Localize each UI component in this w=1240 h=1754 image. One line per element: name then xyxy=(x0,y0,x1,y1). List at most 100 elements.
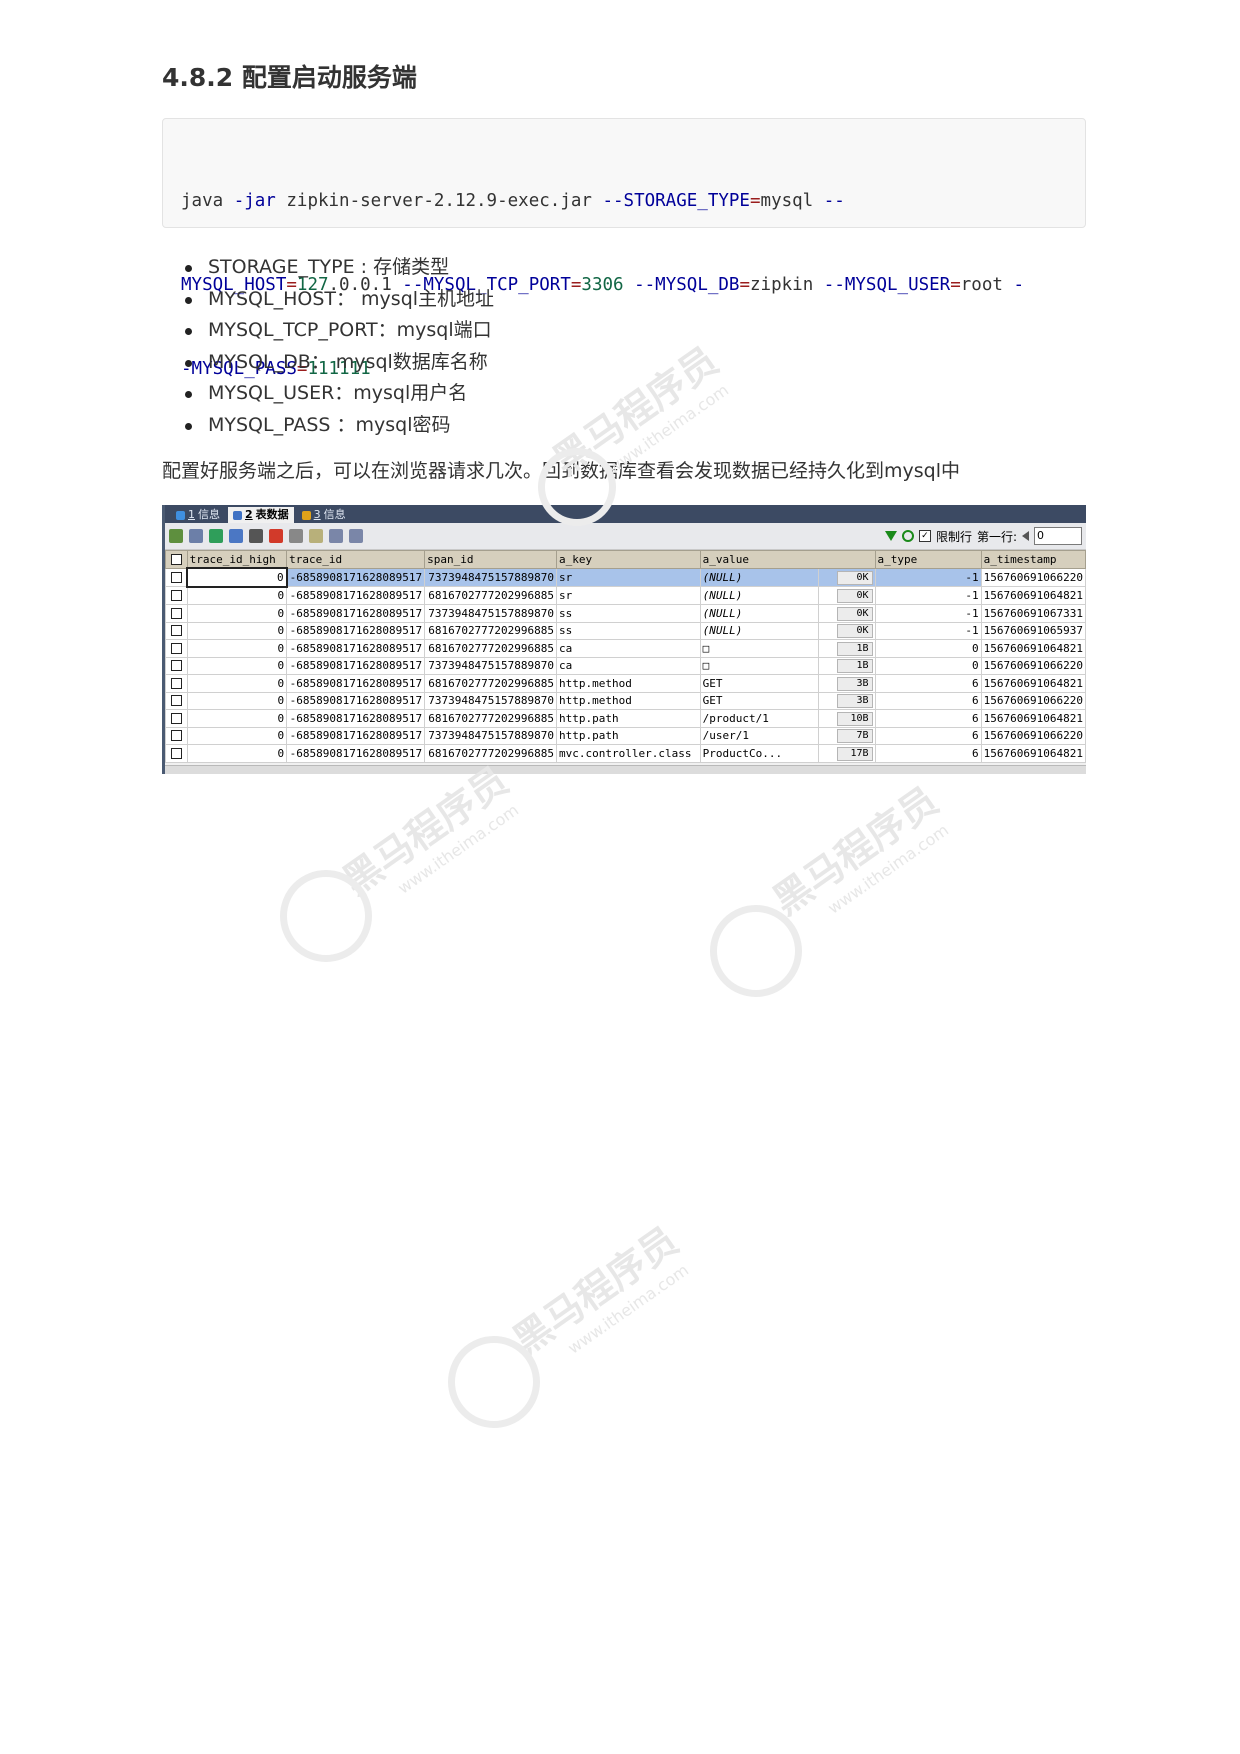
horizontal-scrollbar[interactable] xyxy=(165,765,1086,774)
cell-a-type[interactable]: -1 xyxy=(874,604,982,623)
cell-a-type[interactable]: -1 xyxy=(874,621,982,640)
cell-trace-id[interactable]: -6858908171628089517 xyxy=(286,726,426,745)
cell-a-type[interactable]: 6 xyxy=(874,726,982,745)
form-view-icon[interactable] xyxy=(329,529,343,543)
cell-trace-id-high[interactable]: 0 xyxy=(186,674,288,693)
row-checkbox[interactable] xyxy=(170,642,182,654)
row-checkbox[interactable] xyxy=(170,677,182,689)
cell-a-type[interactable]: 6 xyxy=(874,709,982,728)
cell-a-key[interactable]: sr xyxy=(556,586,701,605)
cell-a-timestamp[interactable]: 156760691067331 xyxy=(980,604,1086,623)
cell-a-type[interactable]: -1 xyxy=(874,586,982,605)
cell-a-timestamp[interactable]: 156760691066220 xyxy=(980,691,1086,710)
cell-span-id[interactable]: 7373948475157889870 xyxy=(424,726,558,745)
column-header-a-type[interactable]: a_type xyxy=(874,550,982,569)
cell-a-timestamp[interactable]: 156760691066220 xyxy=(980,567,1086,587)
row-select-cell[interactable] xyxy=(165,744,188,763)
cell-trace-id-high[interactable]: 0 xyxy=(186,744,288,763)
table-row[interactable]: 0 -6858908171628089517 7373948475157889870… xyxy=(165,726,1086,745)
cell-trace-id-high[interactable]: 0 xyxy=(186,567,288,588)
column-header-a-timestamp[interactable]: a_timestamp xyxy=(980,550,1086,569)
cell-trace-id[interactable]: -6858908171628089517 xyxy=(286,621,426,640)
row-select-cell[interactable] xyxy=(165,567,188,587)
cell-a-key[interactable]: ca xyxy=(556,639,701,658)
cell-a-key[interactable]: ca xyxy=(556,656,701,675)
filter-icon[interactable] xyxy=(884,531,897,541)
cell-trace-id-high[interactable]: 0 xyxy=(186,709,288,728)
table-row[interactable]: 0 -6858908171628089517 7373948475157889870… xyxy=(165,691,1086,710)
cell-span-id[interactable]: 7373948475157889870 xyxy=(424,604,558,623)
cell-a-value[interactable]: □ xyxy=(699,656,819,675)
select-all-checkbox[interactable] xyxy=(170,553,182,565)
table-row[interactable]: 0 -6858908171628089517 6816702777202996885… xyxy=(165,744,1086,763)
cell-a-value-length[interactable]: 1B xyxy=(817,656,876,675)
cell-span-id[interactable]: 6816702777202996885 xyxy=(424,674,558,693)
table-row[interactable]: 0 -6858908171628089517 6816702777202996885… xyxy=(165,639,1086,658)
limit-rows-checkbox[interactable]: ✓ xyxy=(918,530,931,542)
cell-a-key[interactable]: http.path xyxy=(556,709,701,728)
table-row[interactable]: 0 -6858908171628089517 7373948475157889870… xyxy=(165,567,1086,588)
cell-a-value[interactable]: /user/1 xyxy=(699,726,819,745)
table-row[interactable]: 0 -6858908171628089517 6816702777202996885… xyxy=(165,674,1086,693)
cell-a-value-length[interactable]: 0K xyxy=(817,621,876,640)
table-row[interactable]: 0 -6858908171628089517 7373948475157889870… xyxy=(165,604,1086,623)
cell-span-id[interactable]: 7373948475157889870 xyxy=(424,567,558,587)
row-select-cell[interactable] xyxy=(165,709,188,728)
db-tab-3[interactable]: 3 信息 xyxy=(297,507,351,523)
row-checkbox[interactable] xyxy=(170,712,182,724)
cell-a-key[interactable]: http.method xyxy=(556,691,701,710)
column-header-trace-id[interactable]: trace_id xyxy=(286,550,426,569)
text-view-icon[interactable] xyxy=(349,529,363,543)
cell-trace-id-high[interactable]: 0 xyxy=(186,691,288,710)
prev-page-icon[interactable] xyxy=(1022,531,1029,541)
cell-trace-id-high[interactable]: 0 xyxy=(186,604,288,623)
cell-trace-id[interactable]: -6858908171628089517 xyxy=(286,604,426,623)
cell-trace-id[interactable]: -6858908171628089517 xyxy=(286,709,426,728)
table-row[interactable]: 0 -6858908171628089517 6816702777202996885… xyxy=(165,586,1086,605)
cell-a-type[interactable]: 6 xyxy=(874,674,982,693)
cell-a-value[interactable]: GET xyxy=(699,674,819,693)
save-icon[interactable] xyxy=(249,529,263,543)
cell-a-key[interactable]: http.path xyxy=(556,726,701,745)
cell-span-id[interactable]: 7373948475157889870 xyxy=(424,656,558,675)
cell-a-timestamp[interactable]: 156760691064821 xyxy=(980,674,1086,693)
row-checkbox[interactable] xyxy=(170,660,182,672)
row-checkbox[interactable] xyxy=(170,695,182,707)
copy-row-icon[interactable] xyxy=(229,529,243,543)
column-header-span-id[interactable]: span_id xyxy=(424,550,558,569)
add-row-icon[interactable] xyxy=(209,529,223,543)
cell-trace-id-high[interactable]: 0 xyxy=(186,586,288,605)
row-select-cell[interactable] xyxy=(165,656,188,675)
cell-a-key[interactable]: sr xyxy=(556,567,701,587)
cell-a-type[interactable]: 6 xyxy=(874,744,982,763)
cell-a-timestamp[interactable]: 156760691064821 xyxy=(980,639,1086,658)
cell-a-value[interactable]: (NULL) xyxy=(699,621,819,640)
cell-a-value-length[interactable]: 0K xyxy=(817,604,876,623)
cell-a-timestamp[interactable]: 156760691066220 xyxy=(980,726,1086,745)
row-checkbox[interactable] xyxy=(170,571,182,583)
row-select-cell[interactable] xyxy=(165,674,188,693)
grid-options-icon[interactable] xyxy=(189,529,203,543)
row-select-cell[interactable] xyxy=(165,639,188,658)
row-checkbox[interactable] xyxy=(170,747,182,759)
refresh-icon[interactable] xyxy=(901,530,914,542)
cell-a-timestamp[interactable]: 156760691064821 xyxy=(980,709,1086,728)
cell-span-id[interactable]: 6816702777202996885 xyxy=(424,621,558,640)
cell-trace-id-high[interactable]: 0 xyxy=(186,639,288,658)
cell-a-type[interactable]: 0 xyxy=(874,639,982,658)
cell-a-value-length[interactable]: 17B xyxy=(817,744,876,763)
row-select-cell[interactable] xyxy=(165,586,188,605)
cell-a-value[interactable]: /product/1 xyxy=(699,709,819,728)
cell-a-type[interactable]: 0 xyxy=(874,656,982,675)
cell-a-timestamp[interactable]: 156760691066220 xyxy=(980,656,1086,675)
column-header-a-key[interactable]: a_key xyxy=(556,550,701,569)
db-tab-1[interactable]: 1 信息 xyxy=(171,507,225,523)
cell-a-value[interactable]: (NULL) xyxy=(699,586,819,605)
column-header-a-value[interactable]: a_value xyxy=(699,550,876,569)
row-checkbox[interactable] xyxy=(170,590,182,601)
cell-trace-id[interactable]: -6858908171628089517 xyxy=(286,674,426,693)
cell-trace-id-high[interactable]: 0 xyxy=(186,621,288,640)
cell-a-value-length[interactable]: 10B xyxy=(817,709,876,728)
table-row[interactable]: 0 -6858908171628089517 7373948475157889870… xyxy=(165,656,1086,675)
row-checkbox[interactable] xyxy=(170,607,182,619)
